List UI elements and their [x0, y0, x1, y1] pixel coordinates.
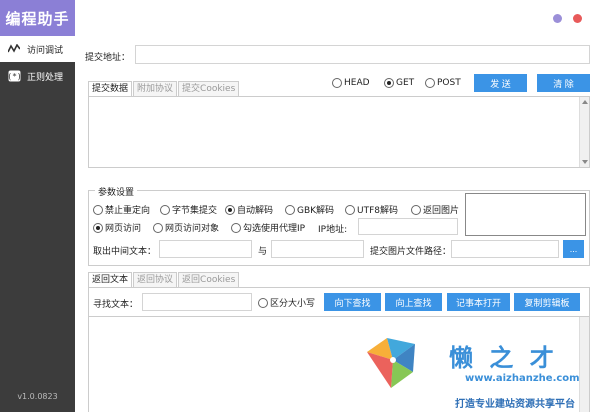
request-body-textarea[interactable]	[88, 96, 590, 168]
web-access-option[interactable]: 网页访问	[93, 221, 141, 234]
extract-start-input[interactable]	[159, 240, 252, 258]
browse-button[interactable]: ...	[563, 240, 584, 258]
tab-return-headers[interactable]: 返回协议	[133, 272, 178, 287]
wave-icon	[7, 42, 21, 56]
image-path-label: 提交图片文件路径：	[370, 247, 452, 257]
find-label: 寻找文本：	[93, 300, 139, 310]
sidebar-item-debug[interactable]: 访问调试	[0, 36, 75, 62]
ip-label: IP地址:	[318, 225, 348, 235]
ip-input[interactable]	[358, 218, 458, 235]
sidebar-item-label: 正则处理	[27, 72, 64, 83]
no-redirect-option[interactable]: 禁止重定向	[93, 203, 150, 216]
radio-circle	[332, 78, 342, 88]
response-tabs: 返回文本 返回协议 返回Cookies	[88, 272, 240, 287]
method-get-radio[interactable]: GET	[384, 78, 414, 88]
tab-submit-cookies[interactable]: 提交Cookies	[178, 81, 240, 96]
gbk-decode-option[interactable]: GBK解码	[285, 203, 334, 216]
case-sensitive-option[interactable]: 区分大小写	[258, 296, 315, 309]
app-title: 编程助手	[0, 0, 75, 36]
radio-circle	[425, 78, 435, 88]
tab-return-text[interactable]: 返回文本	[88, 272, 133, 287]
find-input[interactable]	[142, 293, 252, 311]
watermark-logo-icon	[367, 338, 415, 388]
request-scrollbar[interactable]	[579, 97, 589, 167]
version-label: v1.0.0823	[17, 392, 58, 401]
regex-icon: (*)	[7, 69, 21, 83]
return-image-option[interactable]: 返回图片	[411, 203, 459, 216]
radio-circle	[384, 78, 394, 88]
sidebar-item-regex[interactable]: (*) 正则处理	[0, 63, 75, 89]
auto-decode-option[interactable]: 自动解码	[225, 203, 273, 216]
web-access-object-option[interactable]: 网页访问对象	[153, 221, 219, 234]
image-path-input[interactable]	[451, 240, 559, 258]
method-head-radio[interactable]: HEAD	[332, 78, 370, 88]
tab-submit-data[interactable]: 提交数据	[88, 81, 133, 96]
use-proxy-option[interactable]: 勾选使用代理IP	[231, 221, 305, 234]
tab-extra-headers[interactable]: 附加协议	[133, 81, 178, 96]
sidebar-item-label: 访问调试	[27, 45, 64, 56]
request-tabs: 提交数据 附加协议 提交Cookies	[88, 81, 240, 96]
main-area: 提交地址： 提交数据 附加协议 提交Cookies HEAD GET POST …	[75, 0, 600, 412]
find-up-button[interactable]: 向上查找	[385, 293, 442, 311]
svg-text:(*): (*)	[8, 72, 21, 81]
url-label: 提交地址：	[85, 53, 131, 63]
params-title: 参数设置	[95, 185, 138, 198]
send-button[interactable]: 发 送	[474, 74, 527, 92]
tab-return-cookies[interactable]: 返回Cookies	[178, 272, 240, 287]
clear-button[interactable]: 清 除	[537, 74, 590, 92]
watermark-slogan: 打造专业建站资源共享平台	[455, 399, 575, 410]
find-down-button[interactable]: 向下查找	[324, 293, 381, 311]
method-post-radio[interactable]: POST	[425, 78, 461, 88]
watermark-title: 懒 之 才	[449, 343, 558, 372]
image-preview	[465, 193, 586, 236]
watermark-url: www.aizhanzhe.com	[465, 373, 580, 384]
url-input[interactable]	[135, 45, 590, 64]
copy-clipboard-button[interactable]: 复制剪辑板	[514, 293, 580, 311]
watermark: 懒 之 才 www.aizhanzhe.com 打造专业建站资源共享平台	[357, 328, 600, 412]
and-label: 与	[258, 247, 268, 257]
extract-label: 取出中间文本：	[93, 247, 157, 257]
sidebar: 编程助手 访问调试 (*) 正则处理 v1.0.0823	[0, 0, 75, 412]
byte-submit-option[interactable]: 字节集提交	[160, 203, 217, 216]
utf8-decode-option[interactable]: UTF8解码	[345, 203, 398, 216]
notepad-open-button[interactable]: 记事本打开	[447, 293, 510, 311]
extract-end-input[interactable]	[271, 240, 364, 258]
